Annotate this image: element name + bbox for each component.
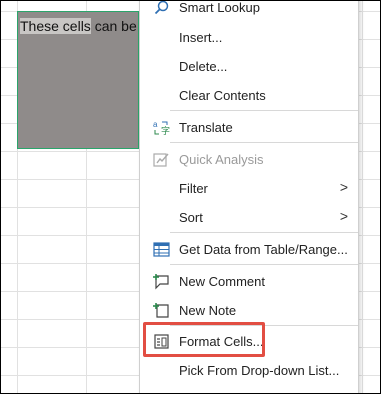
search-icon — [154, 1, 169, 15]
chevron-right-icon: > — [339, 208, 348, 224]
menu-item-delete[interactable]: Delete... — [140, 54, 358, 80]
menu-item-sort[interactable]: Sort > — [140, 205, 358, 231]
menu-item-new-note[interactable]: New Note — [140, 298, 358, 324]
menu-item-label: Pick From Drop-down List... — [179, 363, 340, 378]
menu-item-filter[interactable]: Filter > — [140, 176, 358, 202]
menu-item-translate[interactable]: a字 Translate — [140, 115, 358, 141]
new-comment-icon — [153, 274, 169, 290]
menu-item-label: Get Data from Table/Range... — [179, 242, 348, 257]
excel-window: These cells can be ec Smart Lookup Inser… — [0, 0, 381, 394]
menu-item-get-data[interactable]: Get Data from Table/Range... — [140, 237, 358, 263]
quick-analysis-icon — [153, 153, 169, 167]
menu-item-clear-contents[interactable]: Clear Contents — [140, 83, 358, 109]
menu-item-quick-analysis: Quick Analysis — [140, 147, 358, 173]
menu-item-label: Filter — [179, 181, 208, 196]
cell-text: These cells can be ec — [20, 18, 156, 34]
menu-separator — [170, 232, 358, 233]
menu-item-label: Clear Contents — [179, 88, 266, 103]
menu-item-label: New Note — [179, 303, 237, 318]
menu-item-pick-from-dropdown[interactable]: Pick From Drop-down List... — [140, 358, 358, 384]
menu-item-label: New Comment — [179, 274, 265, 289]
menu-item-smart-lookup[interactable]: Smart Lookup — [140, 0, 358, 21]
menu-item-label: Delete... — [179, 59, 228, 74]
svg-text:a: a — [153, 120, 158, 129]
highlight-box — [143, 322, 265, 357]
new-note-icon — [153, 303, 169, 318]
menu-item-label: Smart Lookup — [179, 0, 260, 15]
menu-item-label: Quick Analysis — [179, 152, 264, 167]
translate-icon: a字 — [153, 120, 170, 136]
chevron-right-icon: > — [339, 179, 348, 195]
menu-item-label: Sort — [179, 210, 203, 225]
menu-item-new-comment[interactable]: New Comment — [140, 269, 358, 295]
svg-text:字: 字 — [161, 125, 170, 136]
table-icon — [153, 242, 170, 257]
menu-separator — [170, 110, 358, 111]
menu-separator — [170, 142, 358, 143]
menu-item-label: Insert... — [179, 30, 223, 45]
menu-item-label: Translate — [179, 120, 233, 135]
menu-item-insert[interactable]: Insert... — [140, 25, 358, 51]
menu-separator — [170, 264, 358, 265]
